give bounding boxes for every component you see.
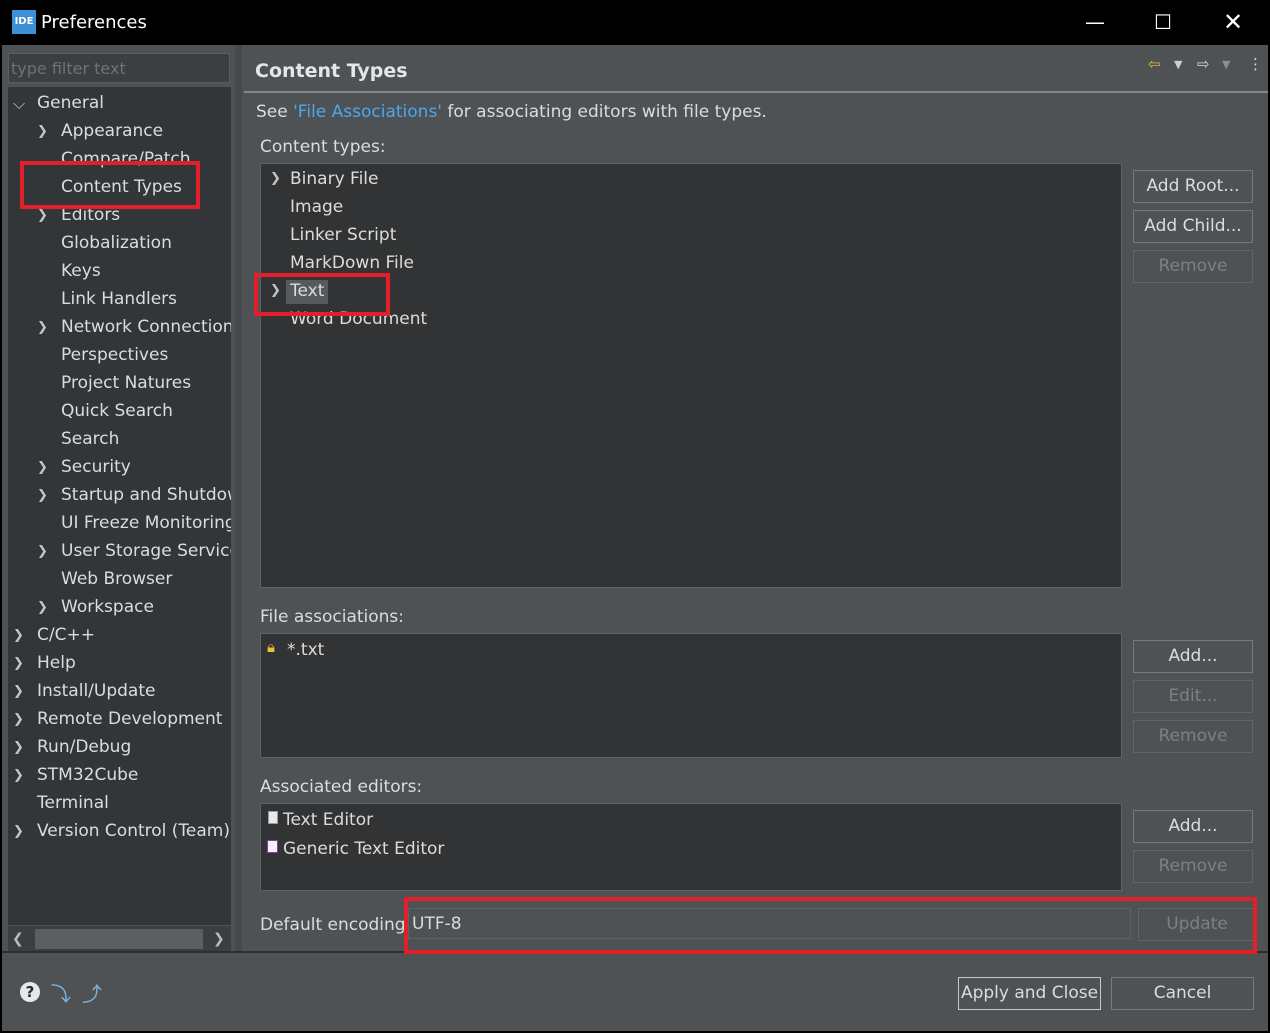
add-root-button[interactable]: Add Root... — [1133, 170, 1253, 203]
tree-item[interactable]: Keys — [61, 257, 101, 285]
file-associations-label: File associations: — [260, 607, 405, 627]
text-file-icon — [268, 811, 278, 824]
chevron-right-icon[interactable]: ❯ — [37, 594, 49, 622]
chevron-right-icon[interactable]: ❯ — [13, 678, 25, 706]
tree-item[interactable]: Search — [61, 425, 119, 453]
tree-item[interactable]: Terminal — [37, 789, 109, 817]
maximize-button[interactable]: ☐ — [1128, 0, 1198, 45]
tree-item[interactable]: Remote Development — [37, 705, 222, 733]
tree-item[interactable]: C/C++ — [37, 621, 95, 649]
file-associations-list[interactable] — [260, 633, 1122, 758]
chevron-right-icon[interactable]: ❯ — [37, 454, 49, 482]
forward-arrow-icon[interactable]: ⇨ — [1197, 55, 1210, 73]
tree-item[interactable]: Quick Search — [61, 397, 173, 425]
description-suffix: for associating editors with file types. — [441, 102, 767, 122]
tree-item[interactable]: Startup and Shutdown — [61, 481, 231, 509]
chevron-right-icon[interactable]: ❯ — [13, 622, 25, 650]
highlight-box — [20, 161, 200, 209]
add-file-association-button[interactable]: Add... — [1133, 640, 1253, 673]
content-type-item[interactable]: Linker Script — [290, 221, 396, 249]
chevron-right-icon[interactable]: ❯ — [13, 734, 25, 762]
tree-item[interactable]: Security — [61, 453, 131, 481]
file-association-item[interactable]: *.txt — [287, 636, 324, 664]
tree-item[interactable]: STM32Cube — [37, 761, 138, 789]
highlight-box — [254, 273, 390, 316]
cancel-button[interactable]: Cancel — [1111, 977, 1254, 1010]
app-icon: IDE — [12, 10, 36, 34]
associated-editors-label: Associated editors: — [260, 777, 423, 797]
add-child-button[interactable]: Add Child... — [1133, 210, 1253, 243]
tree-item[interactable]: Perspectives — [61, 341, 168, 369]
chevron-right-icon[interactable]: ❯ — [270, 165, 281, 193]
minimize-button[interactable]: — — [1060, 0, 1130, 45]
editor-item[interactable]: Text Editor — [283, 806, 373, 834]
chevron-right-icon[interactable]: ❯ — [37, 482, 49, 510]
chevron-right-icon[interactable]: ❯ — [37, 314, 49, 342]
tree-item[interactable]: Link Handlers — [61, 285, 177, 313]
export-icon[interactable]: ⤴ — [82, 978, 102, 1007]
tree-item[interactable]: Run/Debug — [37, 733, 131, 761]
help-icon[interactable]: ? — [20, 982, 40, 1002]
tree-item[interactable]: Help — [37, 649, 76, 677]
chevron-right-icon[interactable]: ❯ — [13, 650, 25, 678]
content-type-item[interactable]: Binary File — [290, 165, 378, 193]
file-associations-link[interactable]: 'File Associations' — [293, 102, 442, 122]
content-type-item[interactable]: Image — [290, 193, 343, 221]
chevron-right-icon[interactable]: ❯ — [13, 818, 25, 846]
tree-horizontal-scrollbar[interactable]: ❮ ❯ — [8, 925, 231, 951]
panel-splitter[interactable] — [235, 45, 242, 951]
tree-item[interactable]: Globalization — [61, 229, 172, 257]
import-icon[interactable]: ⤵ — [51, 978, 71, 1007]
tree-item[interactable]: Network Connections — [61, 313, 231, 341]
tree-item[interactable]: Workspace — [61, 593, 154, 621]
chevron-down-icon[interactable]: ⌵ — [13, 90, 25, 118]
tree-item[interactable]: Install/Update — [37, 677, 155, 705]
forward-dropdown-icon[interactable]: ▼ — [1222, 58, 1230, 71]
back-dropdown-icon[interactable]: ▼ — [1174, 58, 1182, 71]
chevron-right-icon[interactable]: ❯ — [37, 118, 49, 146]
editor-item[interactable]: Generic Text Editor — [283, 835, 444, 863]
tree-item[interactable]: Project Natures — [61, 369, 191, 397]
highlight-box — [404, 897, 1257, 954]
view-menu-icon[interactable]: ⋮ — [1248, 55, 1263, 73]
tree-item[interactable]: Version Control (Team) — [37, 817, 230, 845]
description-prefix: See — [256, 102, 294, 122]
scrollbar-thumb[interactable] — [35, 929, 203, 949]
lock-icon: 🔒︎ — [267, 638, 275, 656]
tree-item[interactable]: User Storage Service — [61, 537, 231, 565]
edit-file-association-button[interactable]: Edit... — [1133, 680, 1253, 713]
title-separator — [244, 91, 1268, 93]
tree-item[interactable]: General — [37, 89, 104, 117]
page-description: See 'File Associations' for associating … — [256, 102, 767, 122]
add-editor-button[interactable]: Add... — [1133, 810, 1253, 843]
tree-item[interactable]: Appearance — [61, 117, 163, 145]
remove-editor-button[interactable]: Remove — [1133, 850, 1253, 883]
tree-item[interactable]: UI Freeze Monitoring — [61, 509, 231, 537]
preferences-tree[interactable]: ⌵ General ❯ Appearance Compare/Patch Content … — [8, 87, 231, 925]
back-arrow-icon[interactable]: ⇦ — [1148, 55, 1161, 73]
generic-editor-icon — [267, 840, 278, 853]
chevron-right-icon[interactable]: ❯ — [37, 538, 49, 566]
filter-input[interactable] — [8, 53, 230, 83]
chevron-right-icon[interactable]: ❯ — [13, 706, 25, 734]
tree-item[interactable]: Web Browser — [61, 565, 172, 593]
apply-and-close-button[interactable]: Apply and Close — [958, 977, 1101, 1010]
scroll-right-icon[interactable]: ❯ — [213, 926, 225, 952]
content-types-label: Content types: — [260, 137, 386, 157]
remove-file-association-button[interactable]: Remove — [1133, 720, 1253, 753]
close-button[interactable]: ✕ — [1198, 0, 1268, 45]
window-title: Preferences — [41, 12, 147, 33]
page-title: Content Types — [255, 60, 408, 82]
scroll-left-icon[interactable]: ❮ — [12, 926, 24, 952]
chevron-right-icon[interactable]: ❯ — [13, 762, 25, 790]
remove-content-type-button[interactable]: Remove — [1133, 250, 1253, 283]
default-encoding-label: Default encoding: — [260, 915, 412, 935]
